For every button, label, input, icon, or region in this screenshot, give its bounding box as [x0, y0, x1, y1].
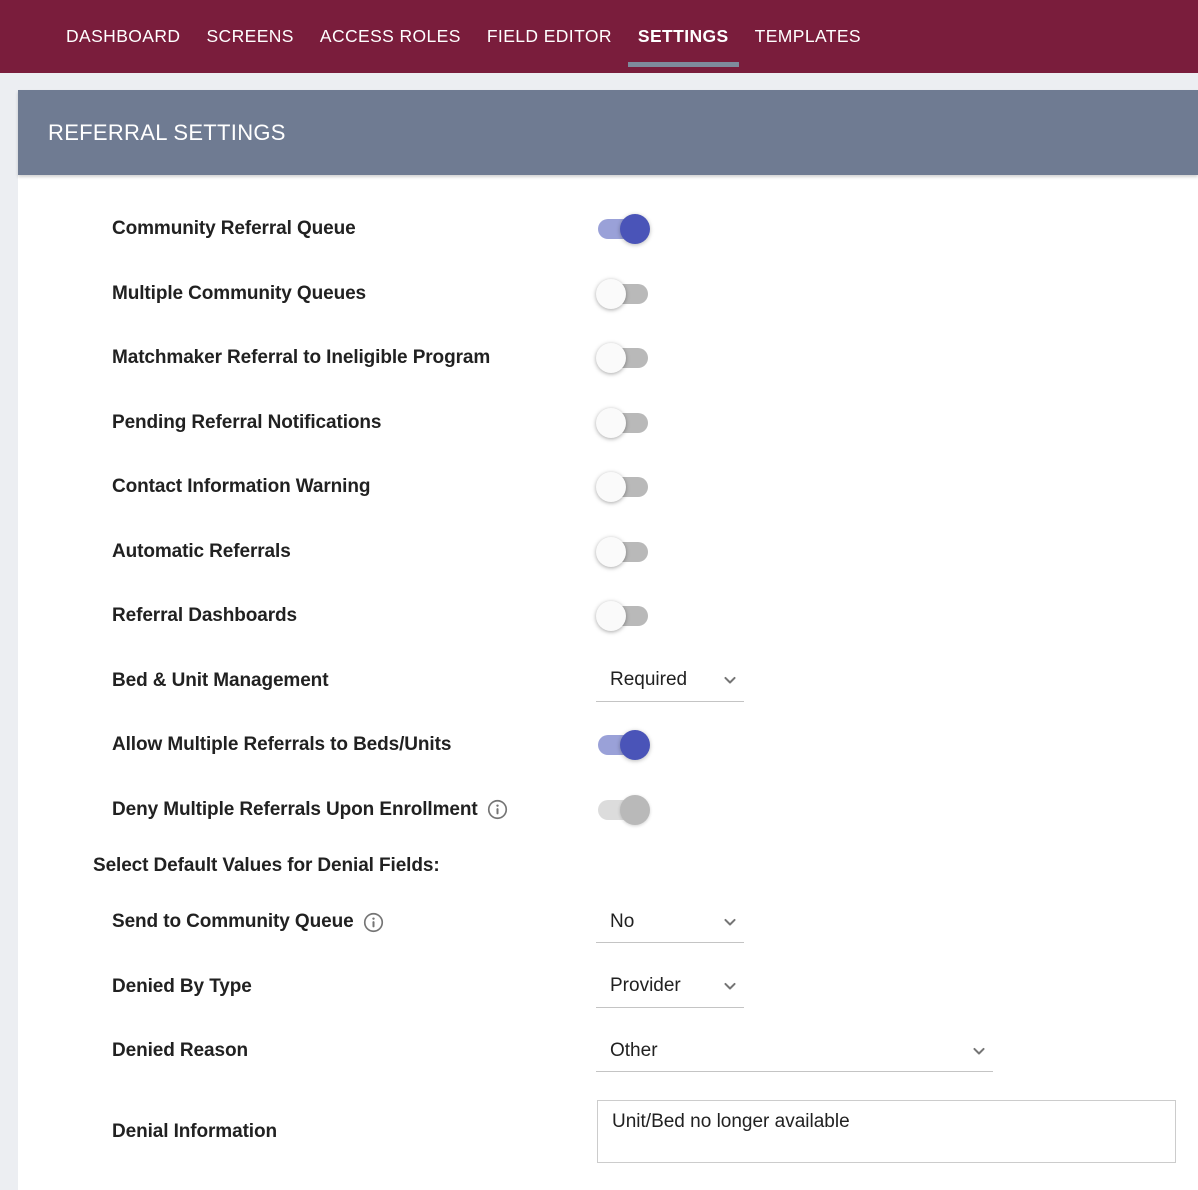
setting-label: Matchmaker Referral to Ineligible Progra… — [112, 347, 490, 369]
toggle-automatic-referrals[interactable] — [596, 537, 650, 567]
nav-tab-screens[interactable]: SCREENS — [193, 26, 306, 47]
setting-row: Pending Referral Notifications — [18, 391, 1198, 456]
toggle-knob — [596, 279, 626, 309]
setting-label: Multiple Community Queues — [112, 283, 366, 305]
select-value: Required — [610, 669, 687, 691]
toggle-referral-dashboards[interactable] — [596, 601, 650, 631]
setting-row: Referral Dashboards — [18, 584, 1198, 649]
nav-tab-access-roles[interactable]: ACCESS ROLES — [307, 26, 474, 47]
toggle-multiple-community-queues[interactable] — [596, 279, 650, 309]
toggle-contact-information-warning[interactable] — [596, 472, 650, 502]
toggle-deny-multiple-referrals-enrollment[interactable] — [596, 795, 650, 825]
chevron-down-icon — [720, 976, 740, 996]
setting-row: Allow Multiple Referrals to Beds/Units — [18, 713, 1198, 778]
setting-label: Automatic Referrals — [112, 541, 291, 563]
setting-label: Contact Information Warning — [112, 476, 370, 498]
setting-row: Contact Information Warning — [18, 455, 1198, 520]
select-bed-unit-management[interactable]: Required — [596, 660, 744, 702]
select-send-to-community-queue[interactable]: No — [596, 901, 744, 943]
select-value: Other — [610, 1040, 658, 1062]
page-title: REFERRAL SETTINGS — [48, 120, 286, 146]
toggle-knob — [596, 537, 626, 567]
setting-label: Denied Reason — [112, 1040, 248, 1062]
setting-row: Send to Community Queue No — [18, 890, 1198, 955]
select-value: No — [610, 911, 634, 933]
chevron-down-icon — [720, 670, 740, 690]
nav-tab-dashboard[interactable]: DASHBOARD — [53, 26, 193, 47]
setting-label: Allow Multiple Referrals to Beds/Units — [112, 734, 451, 756]
toggle-knob — [620, 730, 650, 760]
chevron-down-icon — [969, 1041, 989, 1061]
nav-tab-settings[interactable]: SETTINGS — [625, 26, 742, 47]
setting-label: Referral Dashboards — [112, 605, 297, 627]
setting-row: Denied By Type Provider — [18, 955, 1198, 1020]
select-denied-by-type[interactable]: Provider — [596, 966, 744, 1008]
setting-label: Pending Referral Notifications — [112, 412, 381, 434]
nav-tab-templates[interactable]: TEMPLATES — [742, 26, 874, 47]
setting-label-text: Send to Community Queue — [112, 911, 354, 933]
toggle-knob — [620, 214, 650, 244]
setting-row: Deny Multiple Referrals Upon Enrollment — [18, 778, 1198, 843]
toggle-knob — [596, 408, 626, 438]
referral-settings-header: REFERRAL SETTINGS — [18, 90, 1198, 175]
toggle-pending-referral-notifications[interactable] — [596, 408, 650, 438]
setting-label: Send to Community Queue — [112, 911, 384, 933]
toggle-knob — [596, 601, 626, 631]
chevron-down-icon — [720, 912, 740, 932]
setting-row: Multiple Community Queues — [18, 262, 1198, 327]
top-navbar: DASHBOARD SCREENS ACCESS ROLES FIELD EDI… — [0, 0, 1198, 73]
setting-label: Community Referral Queue — [112, 218, 356, 240]
setting-row: Denied Reason Other — [18, 1019, 1198, 1084]
select-value: Provider — [610, 975, 681, 997]
setting-row: Matchmaker Referral to Ineligible Progra… — [18, 326, 1198, 391]
setting-row: Denial Information Unit/Bed no longer av… — [18, 1100, 1198, 1163]
setting-label: Bed & Unit Management — [112, 670, 328, 692]
toggle-allow-multiple-referrals-beds-units[interactable] — [596, 730, 650, 760]
toggle-matchmaker-referral-ineligible[interactable] — [596, 343, 650, 373]
setting-label: Deny Multiple Referrals Upon Enrollment — [112, 799, 508, 821]
toggle-community-referral-queue[interactable] — [596, 214, 650, 244]
toggle-knob — [596, 472, 626, 502]
select-denied-reason[interactable]: Other — [596, 1030, 993, 1072]
nav-tab-field-editor[interactable]: FIELD EDITOR — [474, 26, 625, 47]
info-icon[interactable] — [487, 799, 508, 820]
setting-row: Community Referral Queue — [18, 197, 1198, 262]
toggle-knob — [596, 343, 626, 373]
setting-label: Denial Information — [112, 1121, 277, 1143]
setting-label: Denied By Type — [112, 976, 252, 998]
toggle-knob — [620, 795, 650, 825]
setting-label-text: Deny Multiple Referrals Upon Enrollment — [112, 799, 478, 821]
setting-row: Bed & Unit Management Required — [18, 649, 1198, 714]
denial-information-input[interactable]: Unit/Bed no longer available — [597, 1100, 1176, 1163]
denial-defaults-section: Select Default Values for Denial Fields: — [18, 842, 1198, 890]
info-icon[interactable] — [363, 912, 384, 933]
settings-panel: Community Referral Queue Multiple Commun… — [18, 175, 1198, 1190]
section-title: Select Default Values for Denial Fields: — [93, 855, 440, 877]
setting-row: Automatic Referrals — [18, 520, 1198, 585]
